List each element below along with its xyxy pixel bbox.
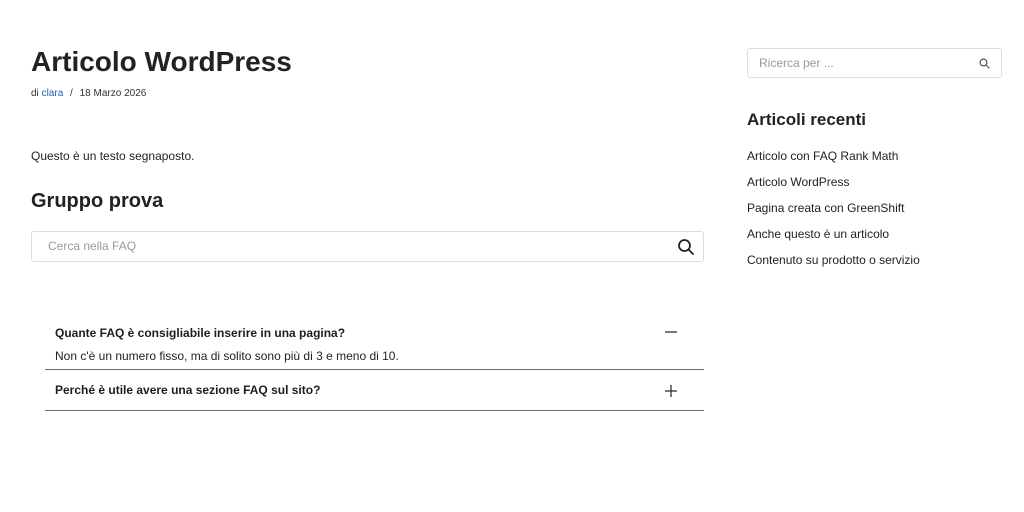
- faq-list: Quante FAQ è consigliabile inserire in u…: [45, 315, 704, 411]
- recent-post-link[interactable]: Anche questo è un articolo: [747, 227, 889, 241]
- list-item: Contenuto su prodotto o servizio: [747, 252, 1002, 268]
- meta-separator: /: [70, 88, 73, 99]
- meta-prefix: di: [31, 88, 39, 99]
- recent-post-link[interactable]: Articolo WordPress: [747, 175, 849, 189]
- recent-posts-list: Articolo con FAQ Rank Math Articolo Word…: [747, 148, 1002, 268]
- faq-question: Perché è utile avere una sezione FAQ sul…: [55, 382, 321, 397]
- faq-item: Quante FAQ è consigliabile inserire in u…: [45, 315, 704, 370]
- post-content: Questo è un testo segnaposto.: [31, 149, 195, 163]
- list-item: Pagina creata con GreenShift: [747, 200, 1002, 216]
- sidebar: Articoli recenti Articolo con FAQ Rank M…: [747, 48, 1002, 278]
- page: Articolo WordPress di clara / 18 Marzo 2…: [0, 0, 1024, 512]
- faq-search-box: [31, 230, 704, 262]
- post-meta: di clara / 18 Marzo 2026: [31, 87, 704, 101]
- faq-item: Perché è utile avere una sezione FAQ sul…: [45, 370, 704, 411]
- recent-posts-title: Articoli recenti: [747, 110, 867, 129]
- recent-post-link[interactable]: Contenuto su prodotto o servizio: [747, 253, 920, 267]
- minus-icon[interactable]: [664, 325, 678, 339]
- plus-icon[interactable]: [664, 384, 678, 398]
- post-title: Articolo WordPress: [31, 46, 292, 77]
- faq-question: Quante FAQ è consigliabile inserire in u…: [55, 325, 346, 340]
- search-icon[interactable]: [677, 238, 695, 256]
- recent-post-link[interactable]: Articolo con FAQ Rank Math: [747, 149, 898, 163]
- author-link[interactable]: clara: [42, 88, 64, 99]
- faq-question-toggle[interactable]: Perché è utile avere una sezione FAQ sul…: [45, 370, 704, 410]
- list-item: Articolo WordPress: [747, 174, 1002, 190]
- sidebar-search-box: [747, 48, 1002, 78]
- faq-answer: Non c'è un numero fisso, ma di solito so…: [55, 348, 399, 363]
- recent-post-link[interactable]: Pagina creata con GreenShift: [747, 201, 904, 215]
- list-item: Anche questo è un articolo: [747, 226, 1002, 242]
- faq-search-input[interactable]: [46, 238, 650, 255]
- sidebar-search-input[interactable]: [757, 55, 961, 71]
- faq-question-toggle[interactable]: Quante FAQ è consigliabile inserire in u…: [45, 315, 704, 351]
- faq-group-heading: Gruppo prova: [31, 190, 164, 212]
- search-icon[interactable]: [979, 58, 990, 69]
- main-content: Articolo WordPress di clara / 18 Marzo 2…: [31, 44, 704, 411]
- list-item: Articolo con FAQ Rank Math: [747, 148, 1002, 164]
- post-date: 18 Marzo 2026: [79, 88, 147, 99]
